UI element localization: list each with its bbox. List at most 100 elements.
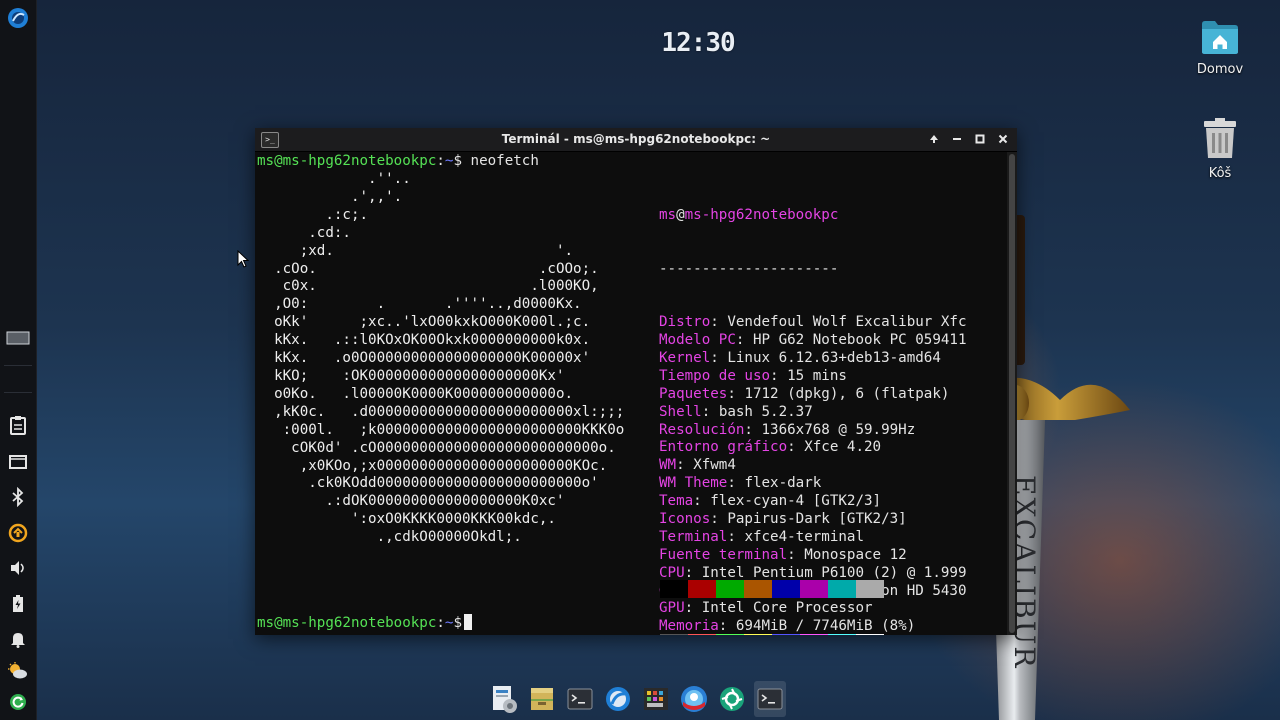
palette-swatch-bright <box>688 633 716 635</box>
maximize-icon <box>975 134 985 144</box>
info-row: Entorno gráfico: Xfce 4.20 <box>659 439 967 457</box>
bluetooth-icon[interactable] <box>7 486 29 508</box>
palette-swatch-dark <box>828 579 856 598</box>
info-host: ms-hpg62notebookpc <box>684 206 839 223</box>
palette-swatch-bright <box>716 633 744 635</box>
info-row: WM Theme: flex-dark <box>659 475 967 493</box>
panel-separator <box>4 392 32 393</box>
palette-swatch-dark <box>744 579 772 598</box>
palette-swatch-bright <box>800 633 828 635</box>
workspace-icon[interactable] <box>6 327 30 349</box>
info-header: ms@ms-hpg62notebookpc <box>659 207 967 225</box>
terminal-output[interactable]: ms@ms-hpg62notebookpc:~$ neofetch .''.. … <box>255 152 1007 635</box>
display-icon[interactable] <box>7 451 29 473</box>
info-key: Tema <box>659 493 694 510</box>
info-at: @ <box>676 206 685 223</box>
info-value: flex-cyan-4 [GTK2/3] <box>710 493 882 510</box>
close-button[interactable] <box>994 130 1012 148</box>
info-value: xfce4-terminal <box>744 528 865 545</box>
power-icon[interactable] <box>7 691 29 713</box>
palette-swatch-bright <box>744 633 772 635</box>
prompt-user-host: ms@ms-hpg62notebookpc <box>257 615 437 631</box>
color-picker-icon <box>644 688 668 710</box>
info-key: Terminal <box>659 528 728 545</box>
palette-swatch-dark <box>716 579 744 598</box>
info-key: Kernel <box>659 350 711 366</box>
info-value: HP G62 Notebook PC 059411 <box>752 332 967 349</box>
neofetch-ascii-logo: .''.. .',,'. .:c;. .cd:. ;xd. '. .cOo. .… <box>274 171 625 546</box>
volume-icon[interactable] <box>7 557 29 579</box>
info-colon: : <box>710 314 728 331</box>
info-value: Linux 6.12.63+deb13-amd64 <box>727 350 941 366</box>
info-colon: : <box>710 511 728 528</box>
maximize-button[interactable] <box>971 130 989 148</box>
title-bar[interactable]: >_ Terminál - ms@ms-hpg62notebookpc: ~ <box>255 128 1017 152</box>
info-value: Xfwm4 <box>693 457 736 474</box>
dock-terminal[interactable] <box>564 681 596 717</box>
desktop-icon-label: Domov <box>1196 62 1244 77</box>
prompt-symbol: $ <box>453 615 463 631</box>
dock-terminal-active[interactable] <box>754 681 786 717</box>
text-cursor <box>464 614 473 630</box>
info-colon: : <box>727 528 745 545</box>
home-folder-icon <box>1202 21 1238 54</box>
info-colon: : <box>701 403 719 420</box>
shade-button[interactable] <box>925 130 943 148</box>
palette-swatch-dark <box>688 579 716 598</box>
info-colon: : <box>770 367 788 384</box>
web-browser-icon <box>681 686 707 712</box>
battery-icon[interactable] <box>7 593 29 615</box>
palette-swatch-bright <box>828 633 856 635</box>
palette-swatch-bright <box>772 633 800 635</box>
info-key: Shell <box>659 403 702 420</box>
info-value: Xfce 4.20 <box>804 439 882 456</box>
info-value: 1712 (dpkg), 6 (flatpak) <box>744 385 950 402</box>
terminal-window[interactable]: >_ Terminál - ms@ms-hpg62notebookpc: ~ m… <box>255 128 1017 635</box>
desktop-icon-home[interactable]: Domov <box>1180 18 1260 77</box>
dock-color-picker[interactable] <box>640 681 672 717</box>
palette-swatch-bright <box>856 633 884 635</box>
info-value: flex-dark <box>744 475 822 492</box>
info-row: Tema: flex-cyan-4 [GTK2/3] <box>659 493 967 511</box>
notification-icon[interactable] <box>7 628 29 650</box>
scrollbar[interactable] <box>1007 152 1017 635</box>
info-row: Modelo PC: HP G62 Notebook PC 059411 <box>659 332 967 350</box>
info-separator: --------------------- <box>659 260 839 277</box>
info-user: ms <box>659 206 677 223</box>
info-key: WM <box>659 457 677 474</box>
info-key: Resolución <box>659 421 745 438</box>
info-key: Iconos <box>659 511 711 528</box>
info-colon: : <box>676 457 694 474</box>
info-row: Resolución: 1366x768 @ 59.99Hz <box>659 422 967 440</box>
dock-screenshot[interactable] <box>716 681 748 717</box>
weather-icon[interactable] <box>7 660 29 682</box>
prompt-symbol: $ <box>453 153 463 169</box>
dock-archive-manager[interactable] <box>526 681 558 717</box>
panel-separator <box>4 365 32 366</box>
prompt-separator: : <box>436 615 445 631</box>
prompt-user-host: ms@ms-hpg62notebookpc <box>257 153 437 169</box>
info-row: Tiempo de uso: 15 mins <box>659 368 967 386</box>
clock: 12:30 <box>661 28 735 58</box>
scrollbar-thumb[interactable] <box>1009 154 1015 633</box>
dock-file-manager[interactable] <box>488 681 520 717</box>
app-menu-icon[interactable] <box>7 7 29 29</box>
info-row: Iconos: Papirus-Dark [GTK2/3] <box>659 511 967 529</box>
minimize-button[interactable] <box>948 130 966 148</box>
desktop-icon-trash[interactable]: Kôš <box>1180 118 1260 181</box>
clipboard-icon[interactable] <box>7 414 29 436</box>
info-key: Modelo PC <box>659 332 736 349</box>
info-key: Entorno gráfico <box>659 439 788 456</box>
info-key: Distro <box>659 314 711 331</box>
dock <box>488 681 786 719</box>
info-row: Paquetes: 1712 (dpkg), 6 (flatpak) <box>659 386 967 404</box>
mouse-pointer-icon <box>237 250 249 268</box>
info-value: Papirus-Dark [GTK2/3] <box>727 511 907 528</box>
arrow-up-icon <box>930 135 938 143</box>
update-icon[interactable] <box>7 522 29 544</box>
info-key: Paquetes <box>659 385 728 402</box>
dock-browser[interactable] <box>602 681 634 717</box>
trash-icon <box>1204 118 1236 158</box>
palette-bright-row <box>660 633 884 635</box>
dock-web-browser[interactable] <box>678 681 710 717</box>
